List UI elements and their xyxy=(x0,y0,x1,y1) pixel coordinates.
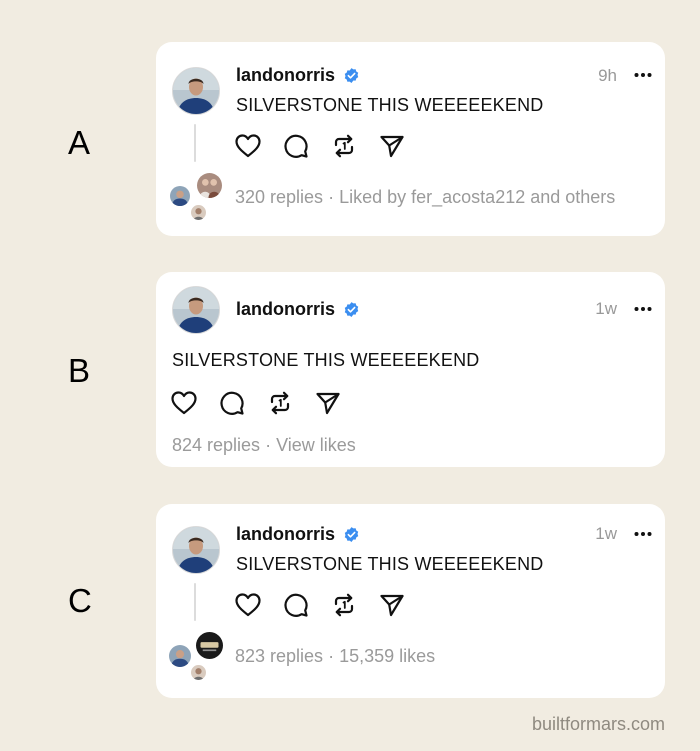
send-icon[interactable] xyxy=(314,389,342,417)
avatar[interactable] xyxy=(172,526,220,574)
verified-badge-icon xyxy=(343,67,360,84)
replier-avatar xyxy=(195,631,224,660)
meta-separator: · xyxy=(328,646,335,666)
likes-info[interactable]: 15,359 likes xyxy=(339,646,435,666)
thread-line xyxy=(194,583,196,621)
comment-bubble-icon[interactable] xyxy=(218,389,246,417)
verified-badge-icon xyxy=(343,526,360,543)
post-text: SILVERSTONE THIS WEEEEEKEND xyxy=(172,350,480,370)
username[interactable]: landonorris xyxy=(236,299,335,319)
username[interactable]: landonorris xyxy=(236,65,335,85)
variant-label-b: B xyxy=(68,352,91,389)
heart-icon[interactable] xyxy=(170,389,198,417)
more-options-icon[interactable] xyxy=(633,65,653,85)
meta-separator: · xyxy=(328,187,335,207)
post-card-b: landonorris 1w SILVERSTONE THIS WEEEEEKE… xyxy=(156,272,665,467)
repost-icon[interactable] xyxy=(266,389,294,417)
replier-avatar xyxy=(169,185,191,207)
action-bar xyxy=(234,591,406,619)
heart-icon[interactable] xyxy=(234,132,262,160)
verified-badge-icon xyxy=(343,301,360,318)
replies-count[interactable]: 823 replies xyxy=(235,646,323,666)
post-meta: 823 replies · 15,359 likes xyxy=(235,645,435,667)
meta-separator: · xyxy=(265,435,272,455)
comment-bubble-icon[interactable] xyxy=(282,591,310,619)
username[interactable]: landonorris xyxy=(236,524,335,544)
likes-info[interactable]: Liked by fer_acosta212 and others xyxy=(339,187,615,207)
replies-count[interactable]: 320 replies xyxy=(235,187,323,207)
replies-count[interactable]: 824 replies xyxy=(172,435,260,455)
action-bar xyxy=(170,389,342,417)
replier-avatar xyxy=(168,644,192,668)
more-options-icon[interactable] xyxy=(633,299,653,319)
replier-avatar xyxy=(196,172,223,199)
post-card-a: landonorris 9h SILVERSTONE THIS WEEEEEKE… xyxy=(156,42,665,236)
post-time: 9h xyxy=(598,66,617,85)
send-icon[interactable] xyxy=(378,591,406,619)
variant-label-c: C xyxy=(68,582,92,619)
post-text: SILVERSTONE THIS WEEEEEKEND xyxy=(236,95,544,115)
post-text: SILVERSTONE THIS WEEEEEKEND xyxy=(236,554,544,574)
replier-avatar xyxy=(190,204,207,221)
watermark[interactable]: builtformars.com xyxy=(532,714,665,735)
avatar[interactable] xyxy=(172,67,220,115)
avatar[interactable] xyxy=(172,286,220,334)
post-time: 1w xyxy=(595,524,617,543)
action-bar xyxy=(234,132,406,160)
send-icon[interactable] xyxy=(378,132,406,160)
heart-icon[interactable] xyxy=(234,591,262,619)
post-card-c: landonorris 1w SILVERSTONE THIS WEEEEEKE… xyxy=(156,504,665,698)
thread-line xyxy=(194,124,196,162)
replier-avatar xyxy=(190,664,207,681)
comment-bubble-icon[interactable] xyxy=(282,132,310,160)
more-options-icon[interactable] xyxy=(633,524,653,544)
repost-icon[interactable] xyxy=(330,591,358,619)
post-meta: 824 replies · View likes xyxy=(172,434,356,456)
post-meta: 320 replies · Liked by fer_acosta212 and… xyxy=(235,186,615,208)
post-time: 1w xyxy=(595,299,617,318)
likes-info[interactable]: View likes xyxy=(276,435,356,455)
repost-icon[interactable] xyxy=(330,132,358,160)
variant-label-a: A xyxy=(68,124,91,161)
